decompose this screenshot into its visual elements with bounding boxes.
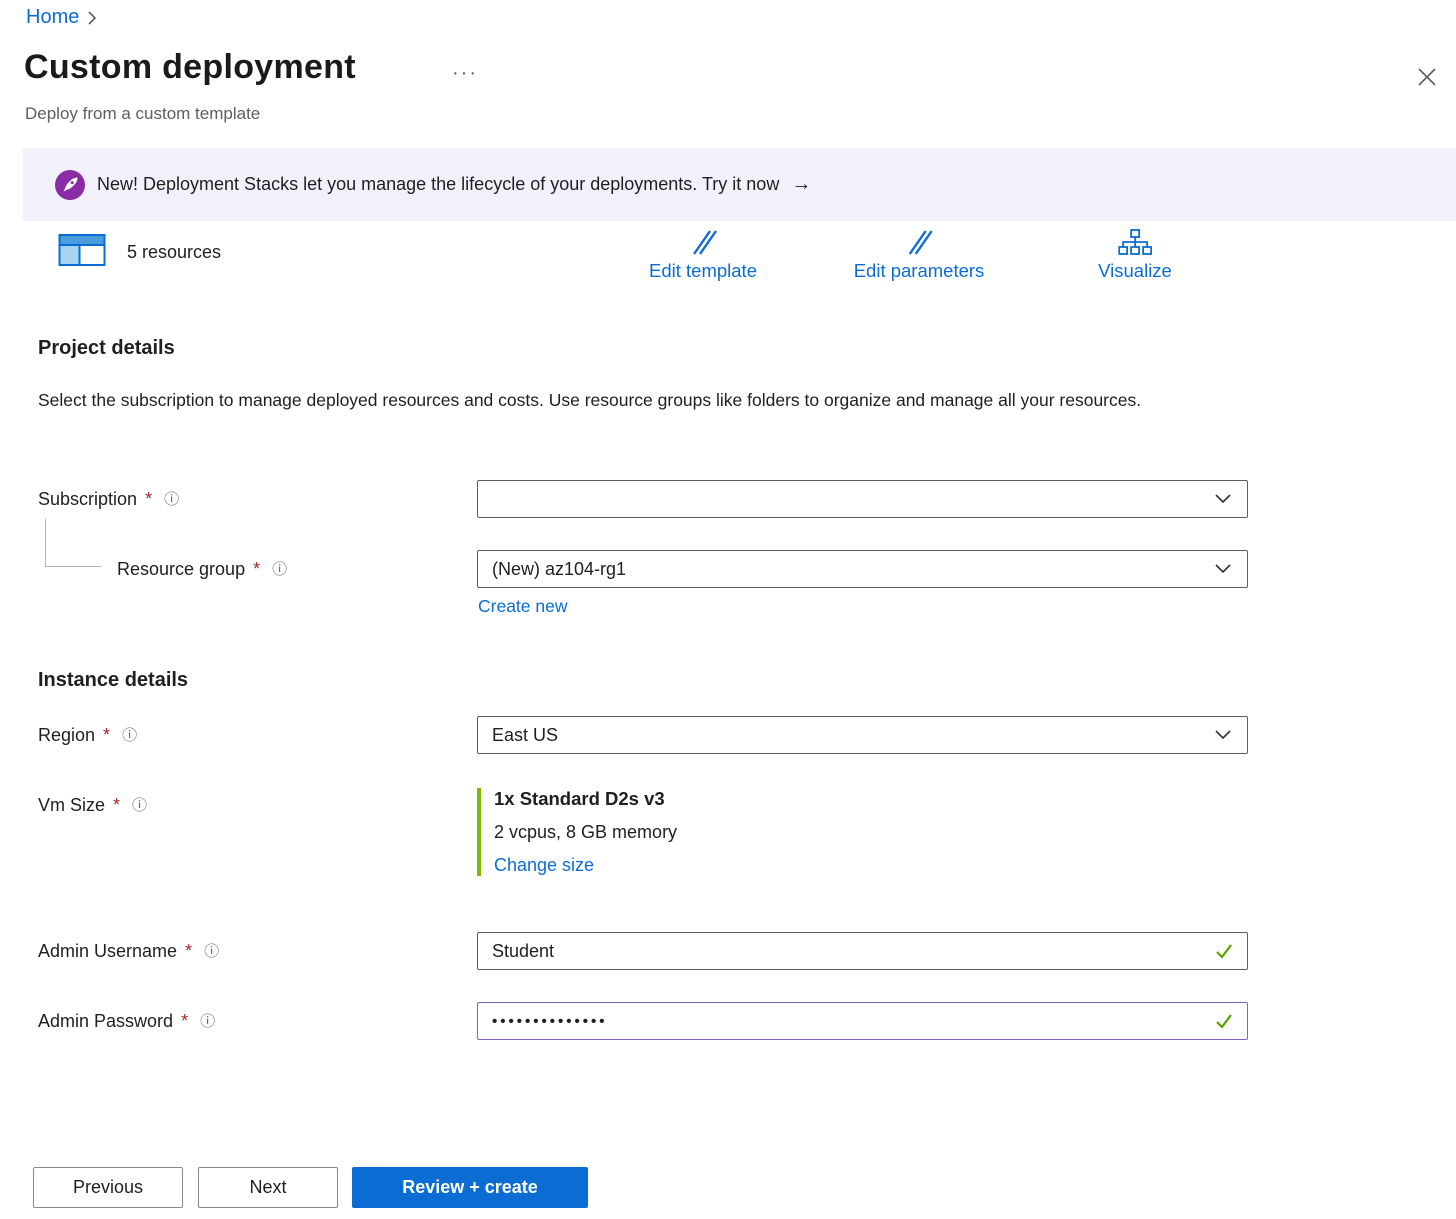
info-icon[interactable] xyxy=(132,798,147,813)
edit-template-button[interactable]: Edit template xyxy=(649,228,757,282)
sitemap-icon xyxy=(1118,228,1152,256)
review-create-button[interactable]: Review + create xyxy=(352,1167,588,1208)
instance-details-heading: Instance details xyxy=(38,669,188,692)
project-details-description: Select the subscription to manage deploy… xyxy=(38,385,1188,416)
close-icon[interactable] xyxy=(1412,62,1442,92)
region-label: Region* xyxy=(38,725,137,746)
subscription-dropdown[interactable] xyxy=(477,480,1248,518)
checkmark-icon xyxy=(1215,1012,1233,1030)
page-subtitle: Deploy from a custom template xyxy=(25,104,260,124)
chevron-down-icon xyxy=(1215,494,1231,504)
info-icon[interactable] xyxy=(122,728,137,743)
page-title: Custom deployment xyxy=(24,48,356,87)
chevron-down-icon xyxy=(1215,564,1231,574)
vm-size-title: 1x Standard D2s v3 xyxy=(494,788,677,810)
resource-group-value: (New) az104-rg1 xyxy=(492,559,626,580)
breadcrumb-home-link[interactable]: Home xyxy=(26,6,79,29)
arrow-right-icon[interactable] xyxy=(791,173,811,196)
previous-button[interactable]: Previous xyxy=(33,1167,183,1208)
required-marker: * xyxy=(145,489,152,510)
info-icon[interactable] xyxy=(164,492,179,507)
visualize-label: Visualize xyxy=(1098,260,1172,282)
required-marker: * xyxy=(103,725,110,746)
edit-parameters-label: Edit parameters xyxy=(854,260,985,282)
admin-password-label: Admin Password* xyxy=(38,1011,215,1032)
edit-template-label: Edit template xyxy=(649,260,757,282)
info-icon[interactable] xyxy=(272,562,287,577)
required-marker: * xyxy=(185,941,192,962)
resource-group-dropdown[interactable]: (New) az104-rg1 xyxy=(477,550,1248,588)
vm-size-specs: 2 vcpus, 8 GB memory xyxy=(494,822,677,843)
template-icon xyxy=(58,230,108,268)
pencil-icon xyxy=(686,228,720,256)
edit-parameters-button[interactable]: Edit parameters xyxy=(854,228,985,282)
create-new-link[interactable]: Create new xyxy=(478,596,568,617)
required-marker: * xyxy=(181,1011,188,1032)
region-dropdown[interactable]: East US xyxy=(477,716,1248,754)
visualize-button[interactable]: Visualize xyxy=(1098,228,1172,282)
admin-password-input[interactable] xyxy=(492,1013,1205,1030)
project-details-heading: Project details xyxy=(38,337,175,360)
resource-group-label: Resource group* xyxy=(117,559,287,580)
admin-password-field xyxy=(477,1002,1248,1040)
admin-username-field xyxy=(477,932,1248,970)
pencil-icon xyxy=(902,228,936,256)
admin-username-input[interactable] xyxy=(492,941,1205,962)
vm-size-label: Vm Size* xyxy=(38,795,147,816)
next-button[interactable]: Next xyxy=(198,1167,338,1208)
required-marker: * xyxy=(113,795,120,816)
info-icon[interactable] xyxy=(200,1014,215,1029)
admin-username-label: Admin Username* xyxy=(38,941,219,962)
region-value: East US xyxy=(492,725,558,746)
banner-text: New! Deployment Stacks let you manage th… xyxy=(97,174,779,195)
breadcrumb: Home xyxy=(26,6,97,29)
checkmark-icon xyxy=(1215,942,1233,960)
vm-size-summary: 1x Standard D2s v3 2 vcpus, 8 GB memory … xyxy=(477,788,677,876)
deployment-stacks-banner[interactable]: New! Deployment Stacks let you manage th… xyxy=(23,148,1456,221)
required-marker: * xyxy=(253,559,260,580)
chevron-right-icon xyxy=(87,11,97,25)
subscription-resource-group-connector xyxy=(45,519,101,567)
chevron-down-icon xyxy=(1215,730,1231,740)
template-resource-count: 5 resources xyxy=(127,242,221,263)
info-icon[interactable] xyxy=(204,944,219,959)
subscription-label: Subscription* xyxy=(38,489,179,510)
more-options-icon[interactable] xyxy=(452,62,478,85)
change-size-link[interactable]: Change size xyxy=(494,855,594,876)
rocket-icon xyxy=(55,170,85,200)
